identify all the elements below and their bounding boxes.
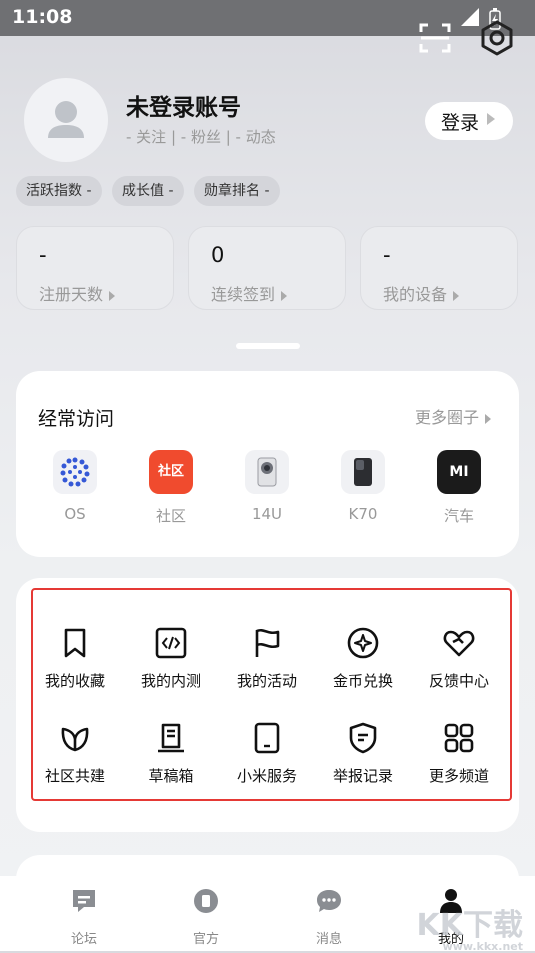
triangle-right-icon: [281, 290, 288, 301]
nav-official[interactable]: 官方: [166, 886, 246, 947]
tablet-icon: [254, 722, 280, 754]
frequent-item-label: 汽车: [443, 507, 474, 525]
function-label: 我的活动: [236, 672, 297, 690]
function-label: 举报记录: [332, 767, 393, 785]
function-label: 社区共建: [44, 767, 105, 785]
triangle-right-icon: [485, 413, 492, 424]
function-co-build[interactable]: 社区共建: [27, 721, 123, 786]
frequent-item-car[interactable]: MI 汽车: [424, 450, 494, 526]
stat-label: 我的设备: [383, 285, 448, 304]
stat-value: 0: [211, 243, 225, 267]
stat-card-devices[interactable]: - 我的设备: [360, 226, 518, 310]
login-label: 登录: [441, 112, 480, 134]
coin-icon: [347, 627, 379, 659]
function-label: 反馈中心: [428, 672, 489, 690]
frequent-visit-title: 经常访问: [38, 408, 115, 430]
function-label: 小米服务: [236, 767, 297, 785]
frequent-item-label: 14U: [251, 505, 283, 523]
stat-value: -: [39, 243, 47, 267]
code-icon: [155, 627, 187, 659]
frequent-item-label: OS: [64, 505, 86, 523]
phone-k70-icon: [341, 450, 385, 494]
more-circles-link[interactable]: 更多圈子: [415, 404, 492, 428]
login-button[interactable]: 登录: [425, 102, 513, 140]
nav-forum[interactable]: 论坛: [44, 886, 124, 947]
function-label: 更多频道: [428, 767, 489, 785]
shield-icon: [349, 722, 377, 754]
chip-activity-index[interactable]: 活跃指数 -: [16, 176, 102, 206]
function-label: 我的内测: [140, 672, 201, 690]
function-report-records[interactable]: 举报记录: [315, 721, 411, 786]
frequent-item-14u[interactable]: 14U: [232, 450, 302, 523]
function-more-channels[interactable]: 更多频道: [411, 721, 507, 786]
nav-label: 消息: [315, 932, 342, 947]
username: 未登录账号: [126, 95, 241, 121]
frequent-item-os[interactable]: OS: [40, 450, 110, 523]
frequent-item-label: K70: [348, 505, 378, 523]
nav-label: 官方: [192, 932, 219, 947]
watermark: KK下载 www.kkx.net: [417, 900, 524, 953]
avatar[interactable]: [24, 78, 108, 162]
flag-icon: [255, 629, 280, 657]
grid-icon: [444, 723, 474, 753]
forum-icon: [73, 890, 95, 912]
heart-icon: [443, 630, 475, 657]
nav-label: 论坛: [70, 932, 97, 947]
triangle-right-icon: [453, 290, 460, 301]
function-mi-service[interactable]: 小米服务: [219, 721, 315, 786]
function-drafts[interactable]: 草稿箱: [123, 721, 219, 786]
more-circles-label: 更多圈子: [415, 408, 480, 427]
draft-icon: [158, 723, 184, 753]
nav-messages[interactable]: 消息: [289, 886, 369, 947]
function-coin-exchange[interactable]: 金币兑换: [315, 626, 411, 691]
stat-value: -: [383, 243, 391, 267]
frequent-item-community[interactable]: 社区 社区: [136, 450, 206, 526]
stat-card-register-days[interactable]: - 注册天数: [16, 226, 174, 310]
official-icon: [194, 889, 218, 913]
function-label: 金币兑换: [332, 672, 393, 690]
os-dots-icon: [53, 450, 97, 494]
stat-label: 注册天数: [39, 285, 104, 304]
function-label: 草稿箱: [148, 767, 194, 785]
leaf-icon: [61, 727, 89, 752]
function-favorites[interactable]: 我的收藏: [27, 626, 123, 691]
frequent-item-k70[interactable]: K70: [328, 450, 398, 523]
function-activities[interactable]: 我的活动: [219, 626, 315, 691]
watermark-text: KK下载: [416, 908, 524, 943]
settings-icon[interactable]: [477, 18, 517, 58]
bookmark-icon: [64, 628, 86, 658]
triangle-right-icon: [109, 290, 116, 301]
chip-growth-value[interactable]: 成长值 -: [112, 176, 184, 206]
function-beta[interactable]: 我的内测: [123, 626, 219, 691]
phone-14u-icon: [245, 450, 289, 494]
chip-medal-rank[interactable]: 勋章排名 -: [194, 176, 280, 206]
avatar-person-icon: [48, 101, 84, 138]
status-time: 11:08: [12, 6, 73, 28]
frequent-item-label: 社区: [155, 507, 186, 525]
stat-label: 连续签到: [211, 285, 276, 304]
function-label: 我的收藏: [44, 672, 105, 690]
drag-handle[interactable]: [236, 343, 300, 349]
community-logo-icon: 社区: [149, 450, 193, 494]
mi-car-logo-icon: MI: [437, 450, 481, 494]
follow-stats: - 关注 | - 粉丝 | - 动态: [126, 128, 276, 146]
function-feedback[interactable]: 反馈中心: [411, 626, 507, 691]
scan-icon[interactable]: [415, 18, 455, 58]
chevron-right-icon: [487, 113, 495, 125]
message-icon: [317, 890, 341, 912]
stat-card-checkin[interactable]: 0 连续签到: [188, 226, 346, 310]
